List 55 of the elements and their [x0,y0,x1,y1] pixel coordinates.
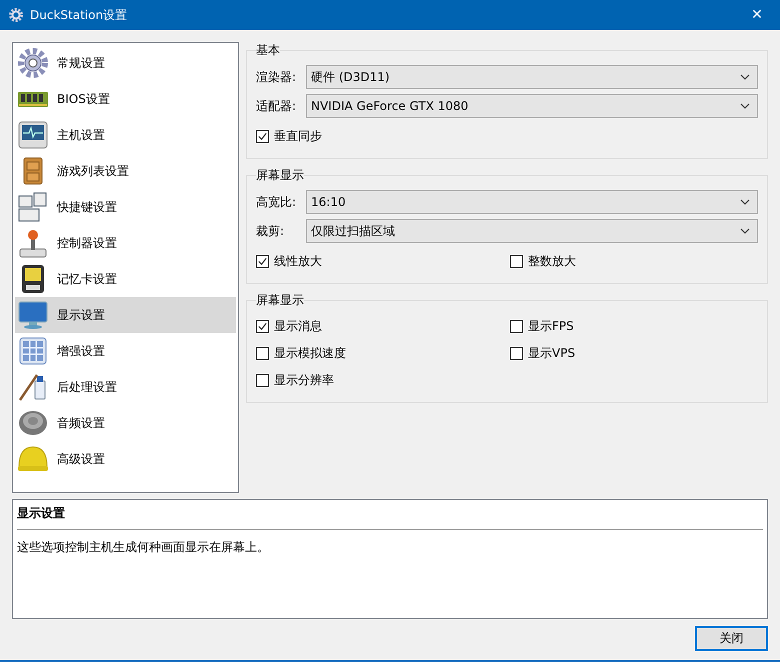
checkbox[interactable] [256,255,269,268]
chevron-down-icon [740,199,750,205]
checkbox[interactable] [256,374,269,387]
description-title: 显示设置 [17,505,66,522]
chevron-down-icon [740,103,750,109]
keys-icon [17,191,49,223]
checkbox-label: 线性放大 [274,253,322,270]
checkbox-label: 整数放大 [528,253,576,270]
sidebar-item[interactable]: 记忆卡设置 [15,261,236,297]
group-title: 基本 [256,42,280,59]
checkbox-label: 显示VPS [528,345,576,362]
checkbox[interactable] [510,255,523,268]
description-text: 这些选项控制主机生成何种画面显示在屏幕上。 [17,539,270,556]
field-label: 适配器: [256,98,298,114]
field-label: 渲染器: [256,68,298,86]
field-label: 裁剪: [256,222,286,240]
dropdown[interactable]: NVIDIA GeForce GTX 1080 [306,94,758,118]
joystick-icon [17,227,49,259]
close-button[interactable]: ✕ [734,0,780,30]
checkbox-label: 显示模拟速度 [274,345,346,362]
checkbox[interactable] [256,320,269,333]
checkbox-label: 垂直同步 [274,128,322,145]
sidebar-item[interactable]: 显示设置 [15,297,236,333]
checkbox[interactable] [510,347,523,360]
checkbox[interactable] [256,347,269,360]
checkbox-label: 显示分辨率 [274,372,334,389]
sidebar-item[interactable]: 增强设置 [15,333,236,369]
chevron-down-icon [740,228,750,234]
sidebar-item[interactable]: BIOS设置 [15,81,236,117]
window-title: DuckStation设置 [30,6,128,24]
sidebar-item[interactable]: 快捷键设置 [15,189,236,225]
sidebar-item[interactable]: 主机设置 [15,117,236,153]
checkbox[interactable] [510,320,523,333]
gear-icon [8,7,24,23]
sidebar-item[interactable]: 后处理设置 [15,369,236,405]
group-title: 屏幕显示 [256,167,304,184]
display-icon [17,299,49,331]
sidebar-item[interactable]: 常规设置 [15,45,236,81]
sidebar-item[interactable]: 音频设置 [15,405,236,441]
sidebar-item[interactable]: 高级设置 [15,441,236,477]
dropdown[interactable]: 硬件 (D3D11) [306,65,758,89]
gear-icon [17,47,49,79]
close-button[interactable]: 关闭 [695,626,768,651]
sidebar-item[interactable]: 游戏列表设置 [15,153,236,189]
checkbox-label: 显示消息 [274,318,322,335]
dropdown[interactable]: 16:10 [306,190,758,214]
checkbox-label: 显示FPS [528,318,574,335]
dropdown[interactable]: 仅限过扫描区域 [306,219,758,243]
chevron-down-icon [740,74,750,80]
checkbox[interactable] [256,130,269,143]
grid-icon [17,335,49,367]
monitor-icon [17,119,49,151]
sidebar-item[interactable]: 控制器设置 [15,225,236,261]
group-title: 屏幕显示 [256,292,304,309]
field-label: 高宽比: [256,194,298,210]
